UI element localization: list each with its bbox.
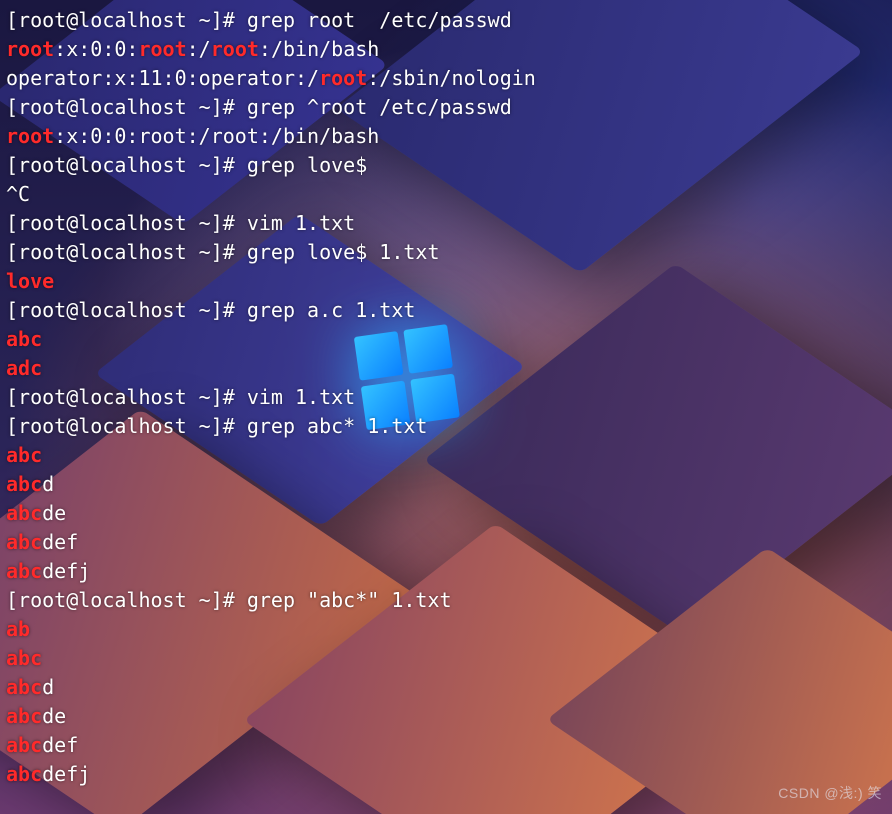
terminal-output-line: abc	[6, 441, 886, 470]
terminal-command-line: [root@localhost ~]# grep love$ 1.txt	[6, 238, 886, 267]
shell-command: grep "abc*" 1.txt	[247, 588, 452, 612]
terminal-command-line: [root@localhost ~]# grep love$	[6, 151, 886, 180]
shell-command: vim 1.txt	[247, 385, 355, 409]
shell-prompt: [root@localhost ~]#	[6, 153, 247, 177]
output-text: :x:0:0:root:/root:/bin/bash	[54, 124, 379, 148]
terminal-output-line: ab	[6, 615, 886, 644]
watermark: CSDN @浅:) 笑	[778, 779, 882, 808]
shell-prompt: [root@localhost ~]#	[6, 414, 247, 438]
terminal-command-line: [root@localhost ~]# grep root /etc/passw…	[6, 6, 886, 35]
output-text: :/	[187, 37, 211, 61]
shell-command: grep love$	[247, 153, 367, 177]
terminal-output-line: abcdefj	[6, 760, 886, 789]
output-text: def	[42, 733, 78, 757]
shell-prompt: [root@localhost ~]#	[6, 240, 247, 264]
shell-command: grep a.c 1.txt	[247, 298, 416, 322]
shell-command: grep love$ 1.txt	[247, 240, 440, 264]
output-text: :x:0:0:	[54, 37, 138, 61]
shell-prompt: [root@localhost ~]#	[6, 385, 247, 409]
output-text: defj	[42, 762, 90, 786]
output-text: def	[42, 530, 78, 554]
terminal-output-line: abcde	[6, 702, 886, 731]
grep-match: abc	[6, 762, 42, 786]
terminal-output-line: abcde	[6, 499, 886, 528]
grep-match: ab	[6, 617, 30, 641]
terminal-output-line: abcdef	[6, 528, 886, 557]
grep-match: abc	[6, 675, 42, 699]
grep-match: root	[211, 37, 259, 61]
output-text: ^C	[6, 182, 30, 206]
grep-match: abc	[6, 646, 42, 670]
terminal-output-line: love	[6, 267, 886, 296]
grep-match: abc	[6, 530, 42, 554]
grep-match: root	[6, 124, 54, 148]
output-text: de	[42, 704, 66, 728]
shell-command: grep root /etc/passwd	[247, 8, 512, 32]
grep-match: abc	[6, 733, 42, 757]
shell-command: vim 1.txt	[247, 211, 355, 235]
terminal-output-line: abcd	[6, 673, 886, 702]
grep-match: adc	[6, 356, 42, 380]
terminal-output-line: abc	[6, 644, 886, 673]
grep-match: abc	[6, 472, 42, 496]
output-text: operator:x:11:0:operator:/	[6, 66, 319, 90]
terminal-command-line: [root@localhost ~]# vim 1.txt	[6, 383, 886, 412]
shell-command: grep abc* 1.txt	[247, 414, 428, 438]
grep-match: abc	[6, 559, 42, 583]
terminal-output-line: abcdefj	[6, 557, 886, 586]
grep-match: root	[319, 66, 367, 90]
terminal-command-line: [root@localhost ~]# grep "abc*" 1.txt	[6, 586, 886, 615]
output-text: d	[42, 675, 54, 699]
output-text: :/bin/bash	[259, 37, 379, 61]
terminal-command-line: [root@localhost ~]# grep a.c 1.txt	[6, 296, 886, 325]
output-text: :/sbin/nologin	[367, 66, 536, 90]
terminal-command-line: [root@localhost ~]# grep abc* 1.txt	[6, 412, 886, 441]
terminal-output-line: adc	[6, 354, 886, 383]
terminal-command-line: [root@localhost ~]# vim 1.txt	[6, 209, 886, 238]
grep-match: abc	[6, 704, 42, 728]
terminal-output-line: abcdef	[6, 731, 886, 760]
shell-prompt: [root@localhost ~]#	[6, 8, 247, 32]
terminal-output-line: abc	[6, 325, 886, 354]
terminal-output-line: operator:x:11:0:operator:/root:/sbin/nol…	[6, 64, 886, 93]
output-text: defj	[42, 559, 90, 583]
terminal-command-line: [root@localhost ~]# grep ^root /etc/pass…	[6, 93, 886, 122]
terminal-output-line: root:x:0:0:root:/root:/bin/bash	[6, 35, 886, 64]
output-text: de	[42, 501, 66, 525]
grep-match: love	[6, 269, 54, 293]
grep-match: abc	[6, 443, 42, 467]
shell-prompt: [root@localhost ~]#	[6, 298, 247, 322]
output-text: d	[42, 472, 54, 496]
grep-match: root	[6, 37, 54, 61]
terminal-output-line: abcd	[6, 470, 886, 499]
shell-prompt: [root@localhost ~]#	[6, 588, 247, 612]
grep-match: abc	[6, 501, 42, 525]
grep-match: root	[138, 37, 186, 61]
shell-command: grep ^root /etc/passwd	[247, 95, 512, 119]
terminal-output-line: root:x:0:0:root:/root:/bin/bash	[6, 122, 886, 151]
terminal[interactable]: [root@localhost ~]# grep root /etc/passw…	[0, 0, 892, 789]
shell-prompt: [root@localhost ~]#	[6, 95, 247, 119]
terminal-output-line: ^C	[6, 180, 886, 209]
grep-match: abc	[6, 327, 42, 351]
shell-prompt: [root@localhost ~]#	[6, 211, 247, 235]
